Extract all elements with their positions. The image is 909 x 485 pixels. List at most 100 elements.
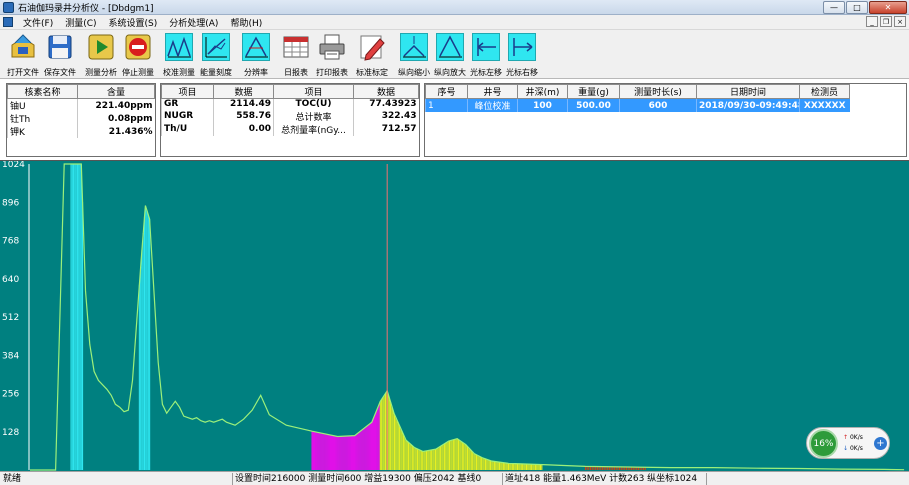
calibrate-button[interactable]: 校准测量	[161, 32, 197, 78]
table-cell: 558.76	[213, 109, 274, 123]
spectrum-line	[30, 163, 905, 471]
table-row[interactable]: 钾K 21.436%	[7, 125, 155, 138]
column-header[interactable]: 项目	[161, 84, 214, 99]
open-file-icon	[9, 33, 37, 61]
column-header[interactable]: 日期时间	[696, 84, 800, 99]
column-header[interactable]: 含量	[77, 84, 155, 99]
stop-measure-button[interactable]: 停止测量	[120, 32, 156, 78]
menu-file[interactable]: 文件(F)	[17, 16, 59, 29]
y-tick-label: 1024	[2, 161, 25, 170]
data-panel: 项目 数据 项目 数据 GR 2114.49 TOC(U) 77.43923 N…	[160, 83, 420, 157]
cursor-left-button[interactable]: 光标左移	[468, 32, 504, 78]
menu-bar: 文件(F) 测量(C) 系统设置(S) 分析处理(A) 帮助(H) _ ❐ ×	[0, 15, 909, 29]
save-file-button[interactable]: 保存文件	[42, 32, 78, 78]
mdi-close-button[interactable]: ×	[894, 16, 906, 27]
column-header[interactable]: 项目	[273, 84, 354, 99]
minimize-button[interactable]: —	[823, 1, 845, 14]
upload-speed: ↑ 0K/s	[843, 434, 863, 441]
network-usage-gauge: 16%	[809, 429, 838, 458]
mdi-controls: _ ❐ ×	[864, 16, 906, 27]
column-header[interactable]: 重量(g)	[567, 84, 620, 99]
data-table: 项目 数据 项目 数据 GR 2114.49 TOC(U) 77.43923 N…	[161, 84, 419, 136]
play-icon	[87, 33, 115, 61]
table-cell: 2114.49	[213, 98, 274, 110]
menu-help[interactable]: 帮助(H)	[224, 16, 268, 29]
zoom-out-vertical-button[interactable]: 纵向缩小	[396, 32, 432, 78]
status-ready: 就绪	[3, 474, 22, 484]
menu-measure[interactable]: 测量(C)	[59, 16, 102, 29]
table-cell: 1	[425, 98, 468, 112]
table-cell: XXXXXX	[799, 98, 850, 112]
table-cell: 峰位校准	[467, 98, 518, 112]
status-settings: 设置时间216000 测量时间600 增益19300 偏压2042 基线0	[235, 474, 482, 484]
close-button[interactable]: ✕	[869, 1, 907, 14]
app-icon	[3, 1, 14, 13]
document-icon[interactable]	[3, 17, 13, 27]
print-report-button[interactable]: 打印报表	[314, 32, 350, 78]
table-row-selected[interactable]: 1 峰位校准 100 500.00 600 2018/09/30-09:49:4…	[425, 98, 850, 112]
window-controls: — □ ✕	[822, 1, 907, 14]
nuclide-table: 核素名称 含量 铀U 221.40ppm 钍Th 0.08ppm 钾K 21.4…	[7, 84, 155, 138]
upload-arrow-icon: ↑	[843, 434, 849, 441]
table-cell: 21.436%	[77, 125, 155, 138]
add-icon[interactable]: +	[874, 437, 887, 450]
table-cell: 712.57	[353, 122, 419, 136]
nuclide-panel: 核素名称 含量 铀U 221.40ppm 钍Th 0.08ppm 钾K 21.4…	[6, 83, 156, 157]
table-cell: 0.00	[213, 122, 274, 136]
column-header[interactable]: 井深(m)	[517, 84, 568, 99]
table-row[interactable]: NUGR 558.76 总计数率 322.43	[161, 109, 419, 123]
column-header[interactable]: 测量时长(s)	[619, 84, 697, 99]
status-cursor-info: 道址418 能量1.463MeV 计数263 纵坐标1024	[505, 474, 698, 484]
stop-icon	[124, 33, 152, 61]
zoom-in-vertical-button[interactable]: 纵向放大	[432, 32, 468, 78]
column-header[interactable]: 数据	[353, 84, 419, 99]
open-file-button[interactable]: 打开文件	[5, 32, 41, 78]
y-tick-label: 384	[2, 351, 19, 361]
pencil-icon	[358, 33, 386, 61]
y-tick-label: 896	[2, 198, 19, 208]
table-cell: TOC(U)	[273, 98, 354, 110]
table-cell: NUGR	[161, 109, 214, 123]
download-arrow-icon: ↓	[843, 445, 849, 452]
y-tick-label: 512	[2, 313, 19, 323]
table-cell: 钍Th	[7, 112, 78, 125]
zoom-out-peak-icon	[400, 33, 428, 61]
calibrate-peak-icon	[165, 33, 193, 61]
measure-analysis-button[interactable]: 测量分析	[83, 32, 119, 78]
mdi-restore-button[interactable]: ❐	[880, 16, 892, 27]
column-header[interactable]: 数据	[213, 84, 274, 99]
table-cell: 总剂量率(nGy...	[273, 122, 354, 136]
table-row[interactable]: 钍Th 0.08ppm	[7, 112, 155, 125]
column-header[interactable]: 核素名称	[7, 84, 78, 99]
cursor-right-button[interactable]: 光标右移	[504, 32, 540, 78]
table-row[interactable]: Th/U 0.00 总剂量率(nGy... 712.57	[161, 122, 419, 136]
zoom-in-peak-icon	[436, 33, 464, 61]
resolution-icon	[242, 33, 270, 61]
cursor-right-icon	[508, 33, 536, 61]
table-row[interactable]: GR 2114.49 TOC(U) 77.43923	[161, 98, 419, 110]
resolution-button[interactable]: 分辨率	[238, 32, 274, 78]
table-cell: Th/U	[161, 122, 214, 136]
table-cell: 铀U	[7, 98, 78, 112]
table-cell: 100	[517, 98, 568, 112]
standard-calibration-button[interactable]: 标准标定	[354, 32, 390, 78]
column-header[interactable]: 检测员	[799, 84, 850, 99]
maximize-button[interactable]: □	[846, 1, 868, 14]
daily-report-button[interactable]: 日报表	[278, 32, 314, 78]
network-speed-widget[interactable]: 16% ↑ 0K/s ↓ 0K/s +	[806, 427, 890, 459]
table-cell: GR	[161, 98, 214, 110]
menu-settings[interactable]: 系统设置(S)	[103, 16, 164, 29]
table-row[interactable]: 铀U 221.40ppm	[7, 98, 155, 112]
column-header[interactable]: 井号	[467, 84, 518, 99]
y-tick-label: 128	[2, 428, 19, 438]
status-bar: 就绪 设置时间216000 测量时间600 增益19300 偏压2042 基线0…	[0, 471, 909, 485]
spectrum-plot[interactable]: 1024 896 768 640 512 384 256 128	[0, 160, 909, 472]
spectrum-chart[interactable]: 1024 896 768 640 512 384 256 128	[0, 160, 909, 471]
menu-analysis[interactable]: 分析处理(A)	[163, 16, 224, 29]
column-header[interactable]: 序号	[425, 84, 468, 99]
mdi-minimize-button[interactable]: _	[866, 16, 878, 27]
energy-scale-button[interactable]: 能量刻度	[198, 32, 234, 78]
record-table: 序号 井号 井深(m) 重量(g) 测量时长(s) 日期时间 检测员 1 峰位校…	[425, 84, 850, 112]
toolbar: 打开文件 保存文件 测量分析 停止测量 校准测量 能量刻度 分辨率 日报表 打印…	[0, 29, 909, 79]
save-file-icon	[46, 33, 74, 61]
